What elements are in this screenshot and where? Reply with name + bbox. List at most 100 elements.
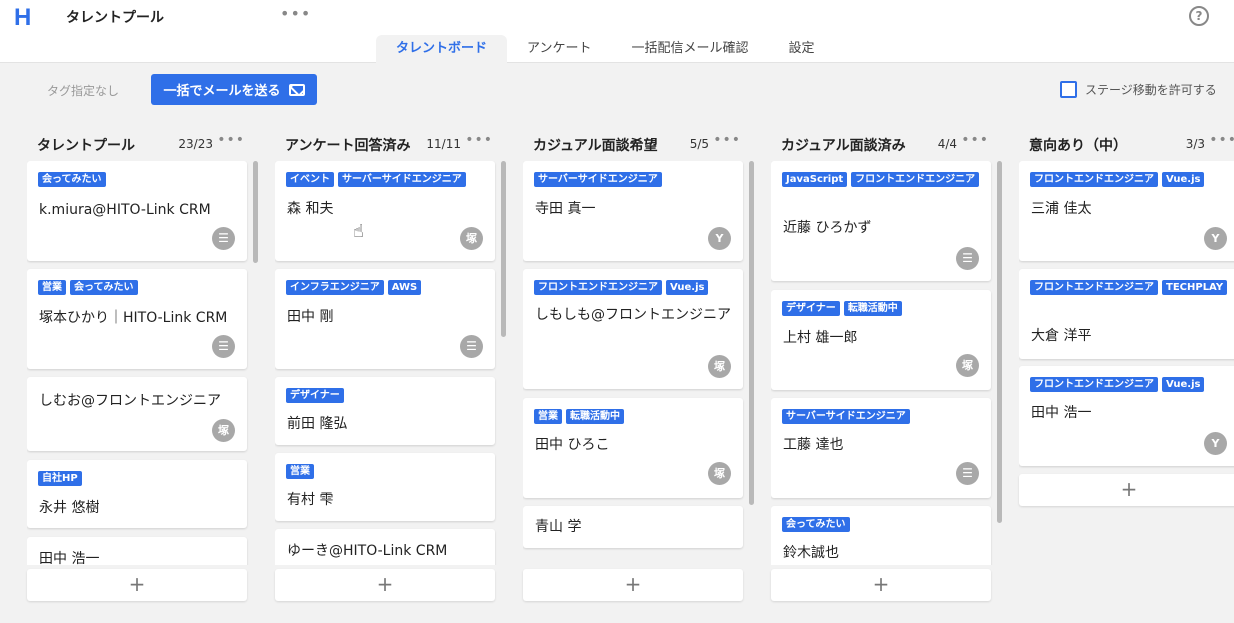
column-header: タレントプール 23/23 ••• [27,128,257,156]
assignee-menu-icon: ☰ [460,335,483,358]
talent-card[interactable]: フロントエンドエンジニア TECHPLAY 大倉 洋平 [1019,269,1234,359]
add-card-button[interactable]: + [275,569,495,601]
card-tag-list: イベント サーバーサイドエンジニア [286,172,486,187]
card-name: 鈴木誠也 [783,545,839,561]
assignee-menu-icon: ☰ [212,335,235,358]
card-name: 田中 剛 [287,309,334,325]
column-scrollbar[interactable] [501,161,506,565]
tag-badge: Vue.js [666,280,709,295]
column-more-icon[interactable]: ••• [465,132,493,148]
card-name: しむお@フロントエンジニア [39,393,221,409]
mail-icon [288,83,305,96]
talent-card[interactable]: インフラエンジニア AWS 田中 剛 ☰ [275,269,495,369]
stage-move-toggle[interactable]: ステージ移動を許可する [1060,81,1217,98]
column-more-icon[interactable]: ••• [1209,132,1234,148]
tag-badge: 営業 [38,280,66,295]
board-column: カジュアル面談済み 4/4 ••• JavaScript フロントエンドエンジニア 近藤 … [771,128,1002,608]
board-column: アンケート回答済み 11/11 ••• イベント サーバーサイドエンジニア森 和夫塚イン… [275,128,506,608]
column-more-icon[interactable]: ••• [217,132,245,148]
talent-card[interactable]: イベント サーバーサイドエンジニア森 和夫塚 [275,161,495,261]
card-tag-list: JavaScript フロントエンドエンジニア [782,172,982,187]
scrollbar-thumb[interactable] [749,161,754,505]
column-title: タレントプール [37,138,135,154]
card-name: 田中 浩一 [39,551,100,565]
column-title: カジュアル面談済み [781,138,906,154]
tag-badge: デザイナー [286,388,344,403]
talent-card[interactable]: 営業 会ってみたい 塚本ひかり｜HITO-Link CRM ☰ [27,269,247,369]
help-icon[interactable]: ? [1189,6,1209,26]
send-bulk-mail-button[interactable]: 一括でメールを送る [151,74,317,105]
card-tag-list: 会ってみたい [782,517,982,532]
tag-badge: サーバーサイドエンジニア [338,172,466,187]
talent-card[interactable]: 自社HP 永井 悠樹 [27,460,247,528]
tab-bar: タレントボード アンケート 一括配信メール確認 設定 [376,35,835,63]
talent-card[interactable]: デザイナー 前田 隆弘 [275,377,495,445]
tag-badge: 転職活動中 [566,409,624,424]
add-card-button[interactable]: + [771,569,991,601]
stage-move-checkbox[interactable] [1060,81,1077,98]
tag-badge: フロントエンドエンジニア [851,172,980,187]
add-card-button[interactable]: + [523,569,743,601]
card-tag-list: デザイナー [286,388,486,403]
card-tag-list: 営業 [286,464,486,479]
tab-settings[interactable]: 設定 [769,35,835,63]
column-header: カジュアル面談済み 4/4 ••• [771,128,1001,156]
scrollbar-thumb[interactable] [997,161,1002,523]
talent-card[interactable]: 会ってみたい 鈴木誠也 [771,506,991,565]
column-more-icon[interactable]: ••• [713,132,741,148]
column-card-list: 会ってみたい k.miura@HITO-Link CRM ☰ 営業 会ってみたい 塚本ひか… [27,161,257,565]
card-tag-list: インフラエンジニア AWS [286,280,486,295]
column-card-list: JavaScript フロントエンドエンジニア 近藤 ひろかず ☰ デザイナー 転職活動中… [771,161,1001,565]
talent-card[interactable]: 田中 浩一 [27,537,247,565]
app-logo[interactable]: H [14,4,31,32]
column-count: 23/23 [178,137,213,151]
talent-card[interactable]: フロントエンドエンジニア Vue.js 田中 浩一 Y [1019,366,1234,466]
talent-card[interactable]: サーバーサイドエンジニア 寺田 真一 Y [523,161,743,261]
column-count: 11/11 [426,137,461,151]
card-tag-list: 営業 会ってみたい [38,280,238,295]
talent-card[interactable]: フロントエンドエンジニア Vue.js しもしも@フロントエンジニア塚 [523,269,743,389]
card-name: 永井 悠樹 [39,500,100,516]
talent-card[interactable]: しむお@フロントエンジニア塚 [27,377,247,451]
card-tag-list: フロントエンドエンジニア Vue.js [534,280,734,295]
talent-card[interactable]: サーバーサイドエンジニア 工藤 達也 ☰ [771,398,991,498]
column-scrollbar[interactable] [749,161,754,565]
column-count: 5/5 [689,137,709,151]
more-options-icon[interactable]: ••• [280,4,311,23]
column-more-icon[interactable]: ••• [961,132,989,148]
card-name: 上村 雄一郎 [783,330,858,346]
talent-card[interactable]: 会ってみたい k.miura@HITO-Link CRM ☰ [27,161,247,261]
tag-badge: フロントエンドエンジニア [1030,280,1158,295]
column-scrollbar[interactable] [253,161,258,565]
add-card-button[interactable]: + [1019,474,1234,506]
talent-card[interactable]: JavaScript フロントエンドエンジニア 近藤 ひろかず ☰ [771,161,991,281]
talent-card[interactable]: ゆーき@HITO-Link CRM [275,529,495,565]
column-title: アンケート回答済み [285,138,411,154]
assignee-avatar: 塚 [708,355,731,378]
card-tag-list: フロントエンドエンジニア Vue.js [1030,377,1230,392]
talent-card[interactable]: 営業 転職活動中 田中 ひろこ塚 [523,398,743,498]
top-bar: H タレントプール ••• ? タレントボード アンケート 一括配信メール確認 … [0,0,1234,63]
scrollbar-thumb[interactable] [501,161,506,337]
tab-bulk-mail[interactable]: 一括配信メール確認 [612,35,769,63]
talent-card[interactable]: デザイナー 転職活動中 上村 雄一郎塚 [771,290,991,390]
card-tag-list: フロントエンドエンジニア TECHPLAY [1030,280,1230,295]
tab-survey[interactable]: アンケート [507,35,611,63]
card-name: 近藤 ひろかず [783,220,872,236]
scrollbar-thumb[interactable] [253,161,258,263]
add-card-button[interactable]: + [27,569,247,601]
tag-filter-dropdown[interactable]: タグ指定なし [47,82,119,99]
tab-talent-board[interactable]: タレントボード [376,35,508,63]
tag-badge: TECHPLAY [1162,280,1228,295]
talent-card[interactable]: フロントエンドエンジニア Vue.js 三浦 佳太 Y [1019,161,1234,261]
assignee-avatar: 塚 [956,354,979,377]
card-name: 田中 浩一 [1031,405,1092,421]
column-title: 意向あり（中） [1029,138,1127,154]
talent-card[interactable]: 営業 有村 雫 [275,453,495,521]
tag-badge: イベント [286,172,334,187]
column-scrollbar[interactable] [997,161,1002,565]
card-tag-list: 営業 転職活動中 [534,409,734,424]
tag-badge: 自社HP [38,471,82,486]
tag-badge: 営業 [286,464,314,479]
talent-card[interactable]: 青山 学 [523,506,743,548]
